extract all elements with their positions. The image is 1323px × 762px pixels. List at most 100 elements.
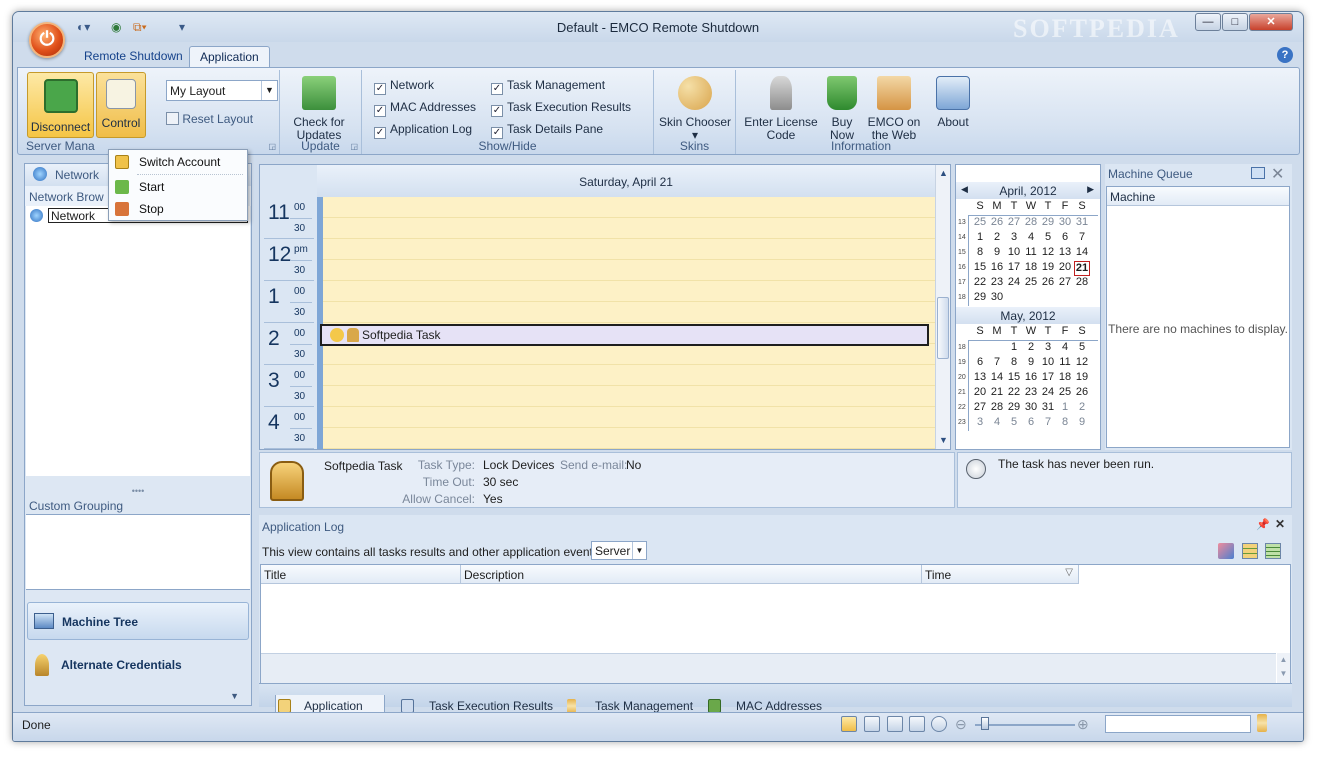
- calendar-day[interactable]: 15: [1006, 371, 1022, 383]
- qat-customize-icon[interactable]: ▾: [179, 20, 185, 34]
- disconnect-button[interactable]: Disconnect: [27, 72, 94, 138]
- close-button[interactable]: ✕: [1249, 13, 1293, 31]
- calendar-day[interactable]: 5: [1006, 416, 1022, 428]
- zoom-in-icon[interactable]: ⊕: [1077, 716, 1089, 733]
- checkbox-task-management[interactable]: ✓ Task Management: [491, 78, 605, 95]
- calendar-day[interactable]: 1: [1006, 341, 1022, 353]
- checkbox-task-details-pane[interactable]: ✓ Task Details Pane: [491, 122, 603, 139]
- machine-column-header[interactable]: Machine: [1107, 187, 1289, 206]
- calendar-day[interactable]: 22: [972, 276, 988, 288]
- calendar-day[interactable]: 1: [1057, 401, 1073, 413]
- column-description[interactable]: Description: [461, 565, 922, 584]
- calendar-day[interactable]: 19: [1040, 261, 1056, 273]
- calendar-day[interactable]: 10: [1006, 246, 1022, 258]
- menu-item-switch-account[interactable]: Switch Account: [109, 152, 247, 172]
- calendar-day[interactable]: 13: [1057, 246, 1073, 258]
- calendar-day[interactable]: 6: [1023, 416, 1039, 428]
- queue-clear-icon[interactable]: ✕: [1271, 164, 1284, 184]
- pin-icon[interactable]: 📌: [1256, 518, 1270, 531]
- calendar-day[interactable]: 30: [1057, 216, 1073, 228]
- calendar-day[interactable]: 15: [972, 261, 988, 273]
- qat-connect-icon[interactable]: ◉: [111, 20, 121, 34]
- calendar-day[interactable]: 25: [1023, 276, 1039, 288]
- checkbox-network[interactable]: ✓ Network: [374, 78, 434, 95]
- view-workweek-icon[interactable]: [864, 716, 880, 732]
- calendar-day[interactable]: 28: [1023, 216, 1039, 228]
- calendar-day[interactable]: 7: [989, 356, 1005, 368]
- calendar-day[interactable]: 4: [989, 416, 1005, 428]
- zoom-slider-thumb[interactable]: [981, 717, 989, 730]
- appointment-softpedia-task[interactable]: Softpedia Task: [320, 324, 929, 346]
- calendar-day[interactable]: 9: [1023, 356, 1039, 368]
- calendar-day[interactable]: 11: [1057, 356, 1073, 368]
- calendar-day[interactable]: 3: [972, 416, 988, 428]
- calendar-day[interactable]: 27: [1057, 276, 1073, 288]
- calendar-day[interactable]: 1: [972, 231, 988, 243]
- view-day-icon[interactable]: [841, 716, 857, 732]
- scheduler-scrollbar[interactable]: ▲ ▼: [935, 165, 950, 449]
- calendar-day[interactable]: 11: [1023, 246, 1039, 258]
- calendar-day[interactable]: 18: [1057, 371, 1073, 383]
- calendar-day[interactable]: 27: [1006, 216, 1022, 228]
- tab-remote-shutdown[interactable]: Remote Shutdown: [74, 46, 193, 67]
- buy-now-button[interactable]: Buy Now: [822, 76, 862, 142]
- scroll-down-icon[interactable]: ▼: [939, 435, 948, 445]
- log-filter-select[interactable]: Server ▼: [591, 541, 647, 560]
- calendar-day[interactable]: 27: [972, 401, 988, 413]
- layout-select[interactable]: My Layout ▼: [166, 80, 278, 101]
- group-launcher-icon[interactable]: ◲: [268, 142, 276, 151]
- eraser-icon[interactable]: [1218, 543, 1234, 559]
- column-title[interactable]: Title: [261, 565, 461, 584]
- qat-control-icon[interactable]: ⧉▾: [133, 20, 147, 35]
- calendar-day[interactable]: 16: [989, 261, 1005, 273]
- close-panel-icon[interactable]: ✕: [1275, 517, 1285, 531]
- calendar-day[interactable]: 28: [989, 401, 1005, 413]
- layout-list-icon[interactable]: [1265, 543, 1281, 559]
- calendar-day[interactable]: 23: [1023, 386, 1039, 398]
- calendar-day[interactable]: 17: [1040, 371, 1056, 383]
- layout-horizontal-icon[interactable]: [1242, 543, 1258, 559]
- calendar-day[interactable]: 6: [972, 356, 988, 368]
- calendar-day[interactable]: 14: [1074, 246, 1090, 258]
- calendar-day[interactable]: 30: [989, 291, 1005, 303]
- nav-alternate-credentials[interactable]: Alternate Credentials: [27, 646, 249, 684]
- check-updates-button[interactable]: Check for Updates: [284, 76, 354, 142]
- scroll-thumb[interactable]: [937, 297, 949, 359]
- calendar-day[interactable]: 8: [1006, 356, 1022, 368]
- calendar-day[interactable]: 8: [1057, 416, 1073, 428]
- calendar-day[interactable]: 25: [972, 216, 988, 228]
- chevron-down-icon[interactable]: ▼: [230, 691, 239, 701]
- filter-icon[interactable]: ▽: [1065, 567, 1073, 578]
- reset-layout-button[interactable]: Reset Layout: [166, 112, 253, 126]
- minimize-button[interactable]: —: [1195, 13, 1221, 31]
- calendar-day[interactable]: 7: [1074, 231, 1090, 243]
- prev-month-icon[interactable]: ◀: [961, 184, 968, 195]
- day-grid[interactable]: [323, 197, 935, 449]
- emco-web-button[interactable]: EMCO on the Web: [866, 76, 922, 142]
- calendar-day[interactable]: 5: [1040, 231, 1056, 243]
- zoom-slider-track[interactable]: [975, 724, 1075, 726]
- calendar-day[interactable]: 28: [1074, 276, 1090, 288]
- checkbox-application-log[interactable]: ✓ Application Log: [374, 122, 472, 139]
- tab-application[interactable]: Application: [189, 46, 270, 67]
- calendar-day[interactable]: 20: [1057, 261, 1073, 273]
- calendar-day[interactable]: 23: [989, 276, 1005, 288]
- column-time[interactable]: Time ▽: [922, 565, 1079, 584]
- calendar-day[interactable]: 13: [972, 371, 988, 383]
- calendar-day[interactable]: 30: [1023, 401, 1039, 413]
- calendar-day[interactable]: 5: [1074, 341, 1090, 353]
- calendar-day[interactable]: 26: [1040, 276, 1056, 288]
- group-launcher-icon[interactable]: ◲: [350, 142, 358, 151]
- calendar-day[interactable]: 14: [989, 371, 1005, 383]
- nav-machine-tree[interactable]: Machine Tree: [27, 602, 249, 640]
- maximize-button[interactable]: □: [1222, 13, 1248, 31]
- checkbox-mac-addresses[interactable]: ✓ MAC Addresses: [374, 100, 476, 117]
- calendar-day[interactable]: 2: [1074, 401, 1090, 413]
- view-month-icon[interactable]: [909, 716, 925, 732]
- about-button[interactable]: About: [928, 76, 978, 129]
- calendar-day[interactable]: 24: [1040, 386, 1056, 398]
- calendar-day[interactable]: 4: [1057, 341, 1073, 353]
- view-timeline-icon[interactable]: [931, 716, 947, 732]
- calendar-day[interactable]: 8: [972, 246, 988, 258]
- calendar-day[interactable]: 2: [1023, 341, 1039, 353]
